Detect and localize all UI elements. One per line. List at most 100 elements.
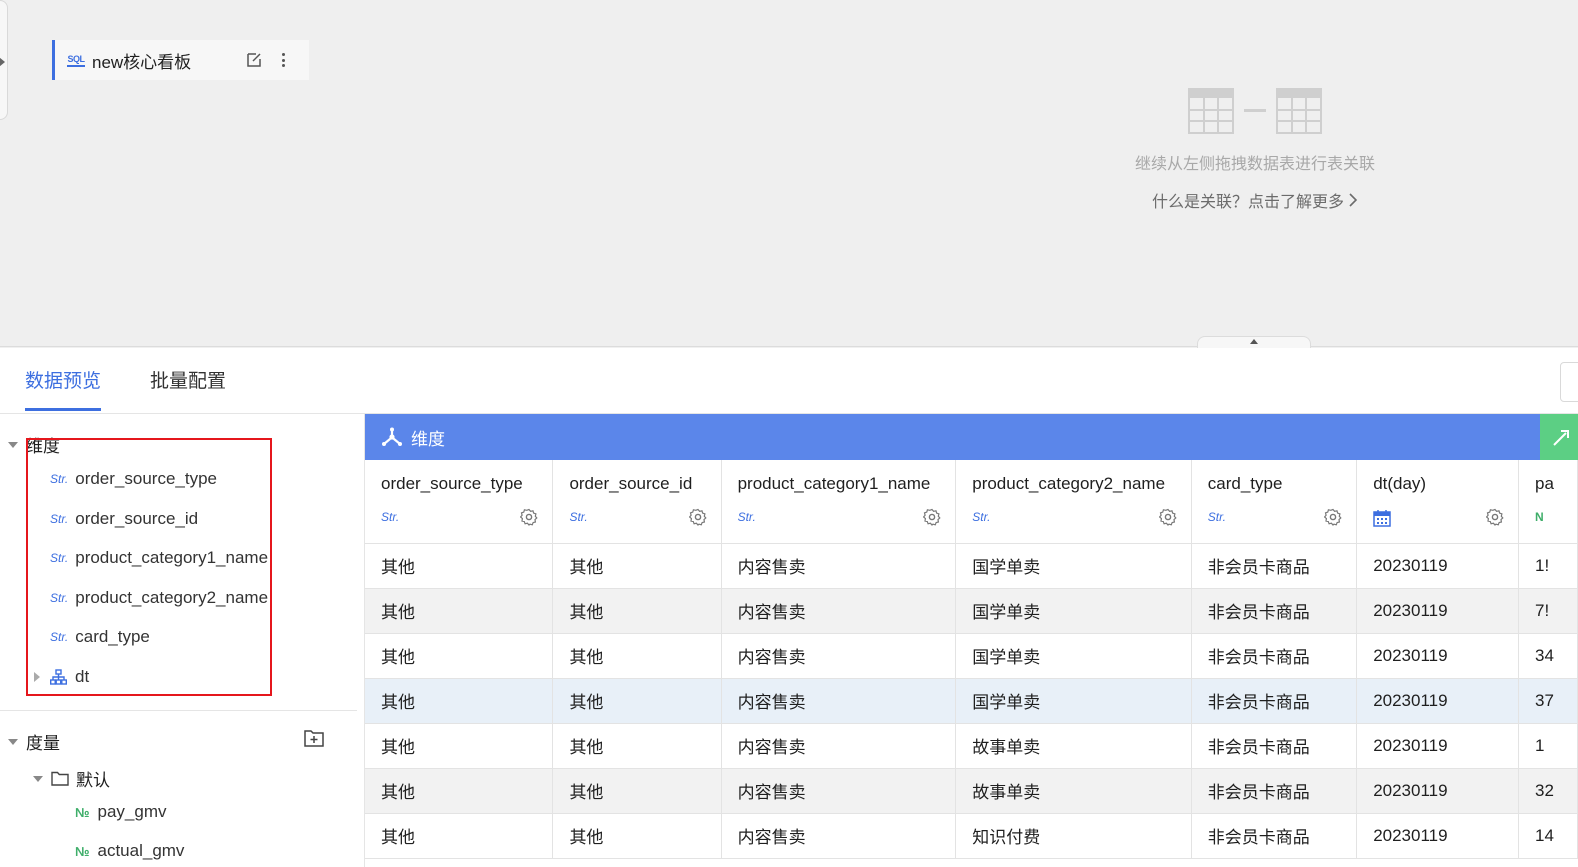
table-cell: 其他 — [365, 588, 554, 634]
more-options-icon[interactable] — [279, 51, 287, 69]
caret-down-icon — [8, 441, 18, 448]
table-cell: 非会员卡商品 — [1191, 588, 1358, 634]
column-header[interactable]: pa N — [1518, 460, 1578, 544]
panel-action-button[interactable] — [1560, 362, 1578, 402]
table-join-icon — [1110, 88, 1400, 134]
add-folder-icon[interactable] — [304, 729, 324, 747]
caret-down-icon — [33, 775, 43, 782]
table-cell: 内容售卖 — [721, 678, 957, 724]
column-name: pa — [1535, 474, 1554, 493]
gear-icon[interactable] — [688, 508, 707, 526]
field-order-source-id[interactable]: Str. order_source_id — [50, 505, 198, 533]
table-cell: 故事单卖 — [955, 768, 1192, 814]
column-name: product_category2_name — [972, 474, 1166, 493]
table-cell: 37 — [1518, 678, 1578, 724]
column-header[interactable]: product_category1_name Str. — [721, 460, 957, 544]
table-cell: 32 — [1518, 768, 1578, 814]
table-cell: 内容售卖 — [721, 543, 957, 589]
table-row[interactable]: 其他 其他 内容售卖 故事单卖 非会员卡商品 20230119 32 — [365, 768, 1578, 814]
table-cell: 内容售卖 — [721, 588, 957, 634]
preview-grid: order_source_type Str. order_source_id S… — [365, 460, 1578, 859]
field-card-type[interactable]: Str. card_type — [50, 623, 150, 651]
table-cell: 20230119 — [1356, 588, 1519, 634]
table-cell: 其他 — [552, 588, 722, 634]
calendar-icon — [1373, 510, 1391, 527]
field-label: pay_gmv — [97, 802, 167, 821]
measure-group-header[interactable]: 度量 — [8, 729, 60, 754]
table-cell: 内容售卖 — [721, 813, 957, 859]
join-hint-text: 继续从左侧拖拽数据表进行表关联 — [1134, 156, 1375, 173]
table-cell: 其他 — [365, 768, 554, 814]
table-cell: 知识付费 — [955, 813, 1192, 859]
gear-icon[interactable] — [1324, 508, 1342, 526]
join-canvas[interactable]: SQL new核心看板 继续从左侧拖拽数据表进行表关联 什么是关联？点击了解更多 — [0, 0, 1578, 348]
table-cell: 非会员卡商品 — [1191, 813, 1358, 859]
table-row[interactable]: 其他 其他 内容售卖 国学单卖 非会员卡商品 20230119 7! — [365, 588, 1578, 634]
table-row[interactable]: 其他 其他 内容售卖 故事单卖 非会员卡商品 20230119 1 — [365, 723, 1578, 769]
field-dt[interactable]: dt — [34, 663, 89, 691]
table-row[interactable]: 其他 其他 内容售卖 国学单卖 非会员卡商品 20230119 37 — [365, 678, 1578, 724]
column-name: product_category1_name — [737, 474, 931, 493]
string-type-icon: Str. — [972, 510, 991, 524]
table-cell: 1 — [1518, 723, 1578, 769]
data-preview-table: 维度 order_source_type Str. order_source_i… — [365, 414, 1578, 867]
collapse-preview-handle[interactable] — [1197, 336, 1311, 348]
tab-batch-config[interactable]: 批量配置 — [150, 366, 226, 411]
table-cell: 非会员卡商品 — [1191, 678, 1358, 724]
table-cell: 国学单卖 — [955, 678, 1192, 724]
string-type-icon: Str. — [50, 551, 69, 565]
gear-icon[interactable] — [923, 508, 941, 526]
table-cell: 7! — [1518, 588, 1578, 634]
table-card[interactable]: SQL new核心看板 — [52, 40, 309, 80]
field-product-category1-name[interactable]: Str. product_category1_name — [50, 544, 268, 572]
column-header[interactable]: card_type Str. — [1191, 460, 1358, 544]
tab-data-preview[interactable]: 数据预览 — [25, 366, 102, 411]
table-cell: 34 — [1518, 633, 1578, 679]
field-product-category2-name[interactable]: Str. product_category2_name — [50, 584, 268, 612]
measure-folder-default[interactable]: 默认 — [33, 766, 110, 791]
dimension-group-header[interactable]: 维度 — [8, 432, 60, 457]
field-label: order_source_id — [75, 509, 199, 528]
table-cell: 20230119 — [1356, 543, 1519, 589]
table-row[interactable]: 其他 其他 内容售卖 知识付费 非会员卡商品 20230119 14 — [365, 813, 1578, 859]
field-label: dt — [75, 667, 90, 686]
gear-icon[interactable] — [1486, 508, 1504, 526]
table-cell: 其他 — [365, 678, 554, 724]
string-type-icon: Str. — [737, 510, 756, 524]
column-header[interactable]: product_category2_name Str. — [955, 460, 1192, 544]
measure-header-bar — [1540, 414, 1578, 460]
gear-icon[interactable] — [1158, 508, 1177, 526]
dimension-icon — [382, 427, 402, 446]
table-row[interactable]: 其他 其他 内容售卖 国学单卖 非会员卡商品 20230119 34 — [365, 633, 1578, 679]
folder-label: 默认 — [76, 771, 110, 790]
folder-icon — [51, 771, 69, 786]
table-cell: 国学单卖 — [955, 588, 1192, 634]
table-cell: 故事单卖 — [955, 723, 1192, 769]
table-cell: 其他 — [365, 543, 554, 589]
gear-icon[interactable] — [520, 508, 539, 526]
column-header[interactable]: dt(day) — [1356, 460, 1519, 544]
table-cell: 20230119 — [1356, 678, 1519, 724]
join-help-link[interactable]: 什么是关联？点击了解更多 — [1152, 188, 1358, 212]
table-cell: 20230119 — [1356, 768, 1519, 814]
table-cell: 非会员卡商品 — [1191, 633, 1358, 679]
sql-icon: SQL — [66, 51, 86, 69]
table-cell: 其他 — [552, 543, 722, 589]
field-actual-gmv[interactable]: № actual_gmv — [75, 837, 184, 865]
left-panel-toggle[interactable] — [0, 0, 8, 120]
column-header[interactable]: order_source_type Str. — [365, 460, 554, 544]
table-cell: 国学单卖 — [955, 543, 1192, 589]
column-header[interactable]: order_source_id Str. — [552, 460, 722, 544]
field-order-source-type[interactable]: Str. order_source_type — [50, 465, 217, 493]
edit-icon[interactable] — [245, 51, 263, 69]
field-pay-gmv[interactable]: № pay_gmv — [75, 798, 166, 826]
table-row[interactable]: 其他 其他 内容售卖 国学单卖 非会员卡商品 20230119 1! — [365, 543, 1578, 589]
column-name: order_source_type — [381, 474, 523, 493]
chevron-up-icon — [1250, 339, 1258, 344]
string-type-icon: Str. — [50, 591, 69, 605]
caret-right-icon[interactable] — [34, 672, 40, 682]
dimension-header-bar: 维度 — [365, 414, 1540, 460]
column-name: order_source_id — [569, 474, 693, 493]
table-cell: 国学单卖 — [955, 633, 1192, 679]
number-type-icon: № — [75, 804, 90, 820]
